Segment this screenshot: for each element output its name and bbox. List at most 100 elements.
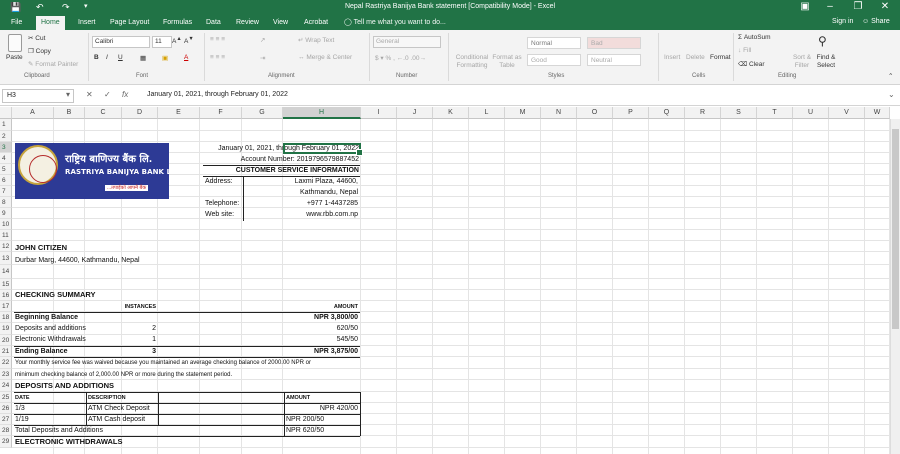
enter-icon[interactable]: ✓ bbox=[104, 90, 111, 99]
tab-insert[interactable]: Insert bbox=[78, 18, 96, 27]
save-icon[interactable]: 💾 bbox=[10, 2, 21, 12]
style-good[interactable]: Good bbox=[527, 54, 581, 66]
font-name-select[interactable]: Calibri bbox=[92, 36, 150, 48]
fill-color-icon[interactable]: ▣ bbox=[162, 54, 168, 62]
style-normal[interactable]: Normal bbox=[527, 37, 581, 49]
undo-icon[interactable]: ↶ bbox=[36, 2, 44, 12]
row-header-29[interactable]: 29 bbox=[0, 436, 12, 448]
number-format-select[interactable]: General bbox=[373, 36, 441, 48]
column-header-l[interactable]: L bbox=[469, 107, 505, 119]
row-header-27[interactable]: 27 bbox=[0, 414, 12, 425]
row-header-17[interactable]: 17 bbox=[0, 301, 12, 312]
bold-button[interactable]: B bbox=[94, 54, 99, 61]
row-header-12[interactable]: 12 bbox=[0, 241, 12, 252]
cut-button[interactable]: ✂ Cut bbox=[28, 34, 45, 42]
insert-cells-button[interactable]: Insert bbox=[664, 54, 680, 61]
row-header-22[interactable]: 22 bbox=[0, 357, 12, 369]
column-header-q[interactable]: Q bbox=[649, 107, 685, 119]
align-top-icon[interactable]: ≡ ≡ ≡ bbox=[210, 36, 225, 43]
style-bad[interactable]: Bad bbox=[587, 37, 641, 49]
fill-button[interactable]: ↓ Fill bbox=[738, 47, 751, 54]
column-header-n[interactable]: N bbox=[541, 107, 577, 119]
column-header-e[interactable]: E bbox=[158, 107, 200, 119]
column-header-h[interactable]: H bbox=[283, 107, 361, 119]
column-header-m[interactable]: M bbox=[505, 107, 541, 119]
column-header-d[interactable]: D bbox=[122, 107, 158, 119]
font-size-select[interactable]: 11 bbox=[152, 36, 172, 48]
italic-button[interactable]: I bbox=[106, 54, 108, 61]
row-header-13[interactable]: 13 bbox=[0, 252, 12, 265]
column-header-s[interactable]: S bbox=[721, 107, 757, 119]
row-header-6[interactable]: 6 bbox=[0, 175, 12, 186]
align-left-icon[interactable]: ≡ ≡ ≡ bbox=[210, 54, 225, 61]
formula-input[interactable]: January 01, 2021, through February 01, 2… bbox=[147, 91, 288, 98]
tab-formulas[interactable]: Formulas bbox=[163, 18, 192, 27]
tab-file[interactable]: File bbox=[11, 18, 22, 27]
minimize-icon[interactable]: – bbox=[815, 1, 845, 13]
sort-filter-button[interactable]: Sort & Filter bbox=[790, 54, 814, 70]
copy-button[interactable]: ❐ Copy bbox=[28, 47, 51, 55]
tab-acrobat[interactable]: Acrobat bbox=[304, 18, 328, 27]
tell-me-box[interactable]: ◯ Tell me what you want to do... bbox=[344, 18, 446, 26]
row-header-4[interactable]: 4 bbox=[0, 153, 12, 164]
row-header-14[interactable]: 14 bbox=[0, 265, 12, 279]
redo-icon[interactable]: ↷ bbox=[62, 2, 70, 12]
column-header-a[interactable]: A bbox=[12, 107, 54, 119]
expand-formula-bar-icon[interactable]: ⌄ bbox=[888, 90, 895, 99]
conditional-formatting-button[interactable]: Conditional Formatting bbox=[452, 54, 492, 70]
underline-button[interactable]: U bbox=[118, 54, 123, 61]
row-header-28[interactable]: 28 bbox=[0, 425, 12, 436]
column-header-u[interactable]: U bbox=[793, 107, 829, 119]
column-header-i[interactable]: I bbox=[361, 107, 397, 119]
tab-page-layout[interactable]: Page Layout bbox=[110, 18, 149, 27]
column-header-w[interactable]: W bbox=[865, 107, 890, 119]
share-button[interactable]: ☺ Share bbox=[862, 18, 890, 25]
borders-icon[interactable]: ▦ bbox=[140, 54, 146, 62]
format-cells-button[interactable]: Format bbox=[710, 54, 731, 61]
clear-button[interactable]: ⌫ Clear bbox=[738, 60, 765, 68]
insert-function-icon[interactable]: fx bbox=[122, 90, 128, 99]
column-header-j[interactable]: J bbox=[397, 107, 433, 119]
row-header-23[interactable]: 23 bbox=[0, 369, 12, 380]
row-header-18[interactable]: 18 bbox=[0, 312, 12, 323]
paste-icon[interactable] bbox=[8, 34, 22, 52]
row-header-20[interactable]: 20 bbox=[0, 335, 12, 346]
currency-icon[interactable]: $ ▾ % , ←.0 .00→ bbox=[375, 54, 426, 62]
row-header-7[interactable]: 7 bbox=[0, 186, 12, 197]
row-header-26[interactable]: 26 bbox=[0, 403, 12, 414]
orientation-icon[interactable]: ↗ bbox=[260, 36, 265, 44]
font-color-icon[interactable]: A bbox=[184, 54, 188, 61]
delete-cells-button[interactable]: Delete bbox=[686, 54, 705, 61]
row-header-2[interactable]: 2 bbox=[0, 131, 12, 142]
autosum-button[interactable]: Σ AutoSum bbox=[738, 34, 771, 41]
selected-cell-H3[interactable] bbox=[283, 143, 363, 156]
vertical-scroll-thumb[interactable] bbox=[892, 129, 899, 329]
quick-access-dropdown-icon[interactable]: ▾ bbox=[84, 2, 88, 12]
close-icon[interactable]: ✕ bbox=[870, 1, 900, 13]
column-header-t[interactable]: T bbox=[757, 107, 793, 119]
row-header-19[interactable]: 19 bbox=[0, 323, 12, 335]
row-header-21[interactable]: 21 bbox=[0, 346, 12, 357]
tab-view[interactable]: View bbox=[273, 18, 288, 27]
increase-font-icon[interactable]: A▲ bbox=[172, 36, 182, 45]
find-select-button[interactable]: Find & Select bbox=[814, 54, 838, 70]
column-header-o[interactable]: O bbox=[577, 107, 613, 119]
cancel-icon[interactable]: ✕ bbox=[86, 90, 93, 99]
row-header-11[interactable]: 11 bbox=[0, 230, 12, 241]
row-header-3[interactable]: 3 bbox=[0, 142, 12, 153]
format-painter-button[interactable]: ✎ Format Painter bbox=[28, 60, 78, 68]
style-neutral[interactable]: Neutral bbox=[587, 54, 641, 66]
column-header-b[interactable]: B bbox=[54, 107, 85, 119]
indent-icon[interactable]: ⇥ bbox=[260, 54, 265, 62]
column-header-v[interactable]: V bbox=[829, 107, 865, 119]
column-header-k[interactable]: K bbox=[433, 107, 469, 119]
column-header-c[interactable]: C bbox=[85, 107, 122, 119]
decrease-font-icon[interactable]: A▼ bbox=[184, 36, 194, 45]
name-box-dropdown-icon[interactable]: ▾ bbox=[66, 90, 70, 99]
merge-center-button[interactable]: ↔ Merge & Center bbox=[298, 54, 352, 61]
row-header-1[interactable]: 1 bbox=[0, 119, 12, 131]
row-header-15[interactable]: 15 bbox=[0, 279, 12, 290]
wrap-text-button[interactable]: ↵ Wrap Text bbox=[298, 36, 334, 44]
name-box[interactable]: H3 bbox=[2, 89, 74, 103]
tab-home[interactable]: Home bbox=[36, 16, 65, 30]
